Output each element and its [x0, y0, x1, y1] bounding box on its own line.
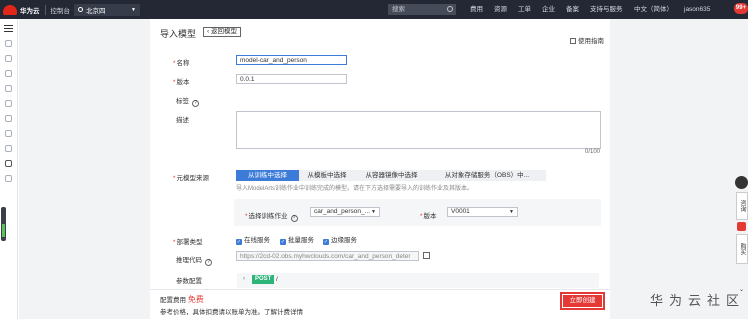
guide-link[interactable]: 使用指南: [570, 35, 604, 45]
copy-icon[interactable]: [423, 252, 430, 259]
training-job-value: car_and_person_...: [314, 208, 371, 215]
service-icon[interactable]: [5, 40, 12, 47]
deploy-type-label: *部署类型: [173, 239, 203, 246]
version-field[interactable]: [236, 74, 347, 84]
name-label: *名称: [173, 60, 190, 67]
deploy-batch-checkbox[interactable]: ✓ 批量服务: [280, 234, 314, 245]
service-icon[interactable]: [5, 55, 12, 62]
checkmark-icon: ✓: [280, 239, 286, 245]
job-version-label: *版本: [420, 213, 437, 220]
job-version-value: V0001: [451, 208, 470, 215]
version-label: *版本: [173, 79, 190, 86]
deploy-online-checkbox[interactable]: ✓ 在线服务: [236, 234, 270, 245]
service-icon[interactable]: [5, 175, 12, 182]
nav-tickets[interactable]: 工单: [518, 0, 531, 19]
help-icon[interactable]: ?: [192, 100, 199, 107]
status-indicator[interactable]: [1, 207, 6, 241]
notification-badge[interactable]: 99+: [734, 3, 748, 14]
fee-line: 配置费用 免费: [160, 294, 204, 305]
service-icon[interactable]: [5, 100, 12, 107]
robot-icon[interactable]: [735, 176, 748, 189]
region-selector[interactable]: 北京四 ▼: [74, 3, 140, 16]
param-config-label: 参数配置: [176, 278, 202, 285]
job-version-select[interactable]: V0001 ▼: [447, 207, 518, 217]
create-now-label: 立即创建: [563, 295, 602, 307]
api-config-row[interactable]: [237, 273, 599, 288]
guide-label: 使用指南: [578, 38, 604, 45]
fee-value: 免费: [187, 295, 204, 304]
document-icon: [570, 38, 576, 44]
service-icon[interactable]: [5, 85, 12, 92]
source-label: *元模型来源: [173, 175, 210, 182]
create-now-button[interactable]: 立即创建: [560, 292, 605, 310]
fee-details-link[interactable]: 了解计费详情: [264, 309, 303, 316]
fee-label: 配置费用: [160, 297, 186, 304]
checkmark-icon: ✓: [323, 239, 329, 245]
source-hint: 导入ModelArts训练作业中训练完成的模型。请在下方选择需要导入的训练作业及…: [236, 186, 474, 192]
search-input[interactable]: 搜索: [388, 4, 456, 15]
location-pin-icon: [78, 7, 83, 12]
chevron-down-icon[interactable]: ⌄: [739, 286, 744, 293]
page-title: 导入模型: [160, 29, 197, 39]
left-sidebar: [0, 19, 18, 319]
tab-from-training[interactable]: 从训练中选择: [236, 170, 299, 181]
consult-widget[interactable]: 咨询: [736, 192, 748, 220]
tag-label: 标签?: [176, 95, 199, 107]
post-method-badge: POST: [252, 275, 275, 284]
fee-note-text: 参考价格，具体扣费请以账单为准。: [160, 309, 264, 316]
console-link[interactable]: 控制台: [51, 5, 71, 15]
service-icon[interactable]: [5, 145, 12, 152]
nav-fees[interactable]: 费用: [470, 0, 483, 19]
description-field[interactable]: [236, 111, 601, 149]
back-label: 返回模型: [210, 28, 237, 35]
service-icon[interactable]: [5, 160, 12, 167]
huawei-logo-icon[interactable]: [3, 4, 17, 15]
description-char-count: 0/100: [585, 149, 601, 155]
chevron-down-icon: ▼: [131, 6, 136, 13]
post-path: /: [276, 276, 278, 283]
region-label: 北京四: [86, 7, 106, 15]
name-field[interactable]: [236, 55, 347, 65]
inference-code-field[interactable]: [236, 251, 419, 261]
chevron-down-icon: ▼: [509, 209, 514, 215]
nav-resources[interactable]: 资源: [494, 0, 507, 19]
description-label: 描述: [176, 117, 189, 124]
inference-code-label: 推理代码?: [176, 254, 212, 266]
help-icon[interactable]: ?: [205, 259, 212, 266]
deploy-edge-checkbox[interactable]: ✓ 边缘服务: [323, 234, 357, 245]
chevron-left-icon: ‹: [207, 28, 210, 35]
nav-support[interactable]: 支持与服务: [590, 0, 623, 19]
chevron-right-icon[interactable]: ›: [243, 276, 245, 282]
divider: [44, 4, 46, 15]
service-icon[interactable]: [5, 130, 12, 137]
buy-widget[interactable]: 购买: [736, 234, 748, 264]
nav-enterprise[interactable]: 企业: [542, 0, 555, 19]
cart-icon[interactable]: [737, 222, 746, 231]
chevron-down-icon: ▼: [371, 209, 376, 215]
training-job-select[interactable]: car_and_person_... ▼: [310, 207, 380, 217]
nav-username[interactable]: jason635: [684, 0, 710, 19]
fee-note: 参考价格，具体扣费请以账单为准。了解计费详情: [160, 306, 303, 316]
tab-from-container[interactable]: 从容器镜像中选择: [355, 170, 428, 181]
back-button[interactable]: ‹ 返回模型: [203, 27, 241, 37]
tab-from-template[interactable]: 从模板中选择: [299, 170, 355, 181]
service-icon[interactable]: [5, 70, 12, 77]
menu-icon[interactable]: [4, 25, 13, 26]
watermark: 华为云社区: [650, 293, 746, 308]
nav-icp[interactable]: 备案: [566, 0, 579, 19]
training-job-label: *选择训练作业?: [245, 210, 298, 222]
service-icon[interactable]: [5, 115, 12, 122]
checkmark-icon: ✓: [236, 239, 242, 245]
search-placeholder: 搜索: [392, 6, 405, 13]
tab-from-obs[interactable]: 从对象存储服务（OBS）中...: [428, 170, 546, 181]
search-icon[interactable]: [447, 6, 453, 12]
nav-language[interactable]: 中文（简体）: [634, 0, 673, 19]
help-icon[interactable]: ?: [290, 215, 298, 222]
brand-name[interactable]: 华为云: [20, 5, 40, 15]
source-tabs: 从训练中选择 从模板中选择 从容器镜像中选择 从对象存储服务（OBS）中...: [236, 170, 546, 181]
